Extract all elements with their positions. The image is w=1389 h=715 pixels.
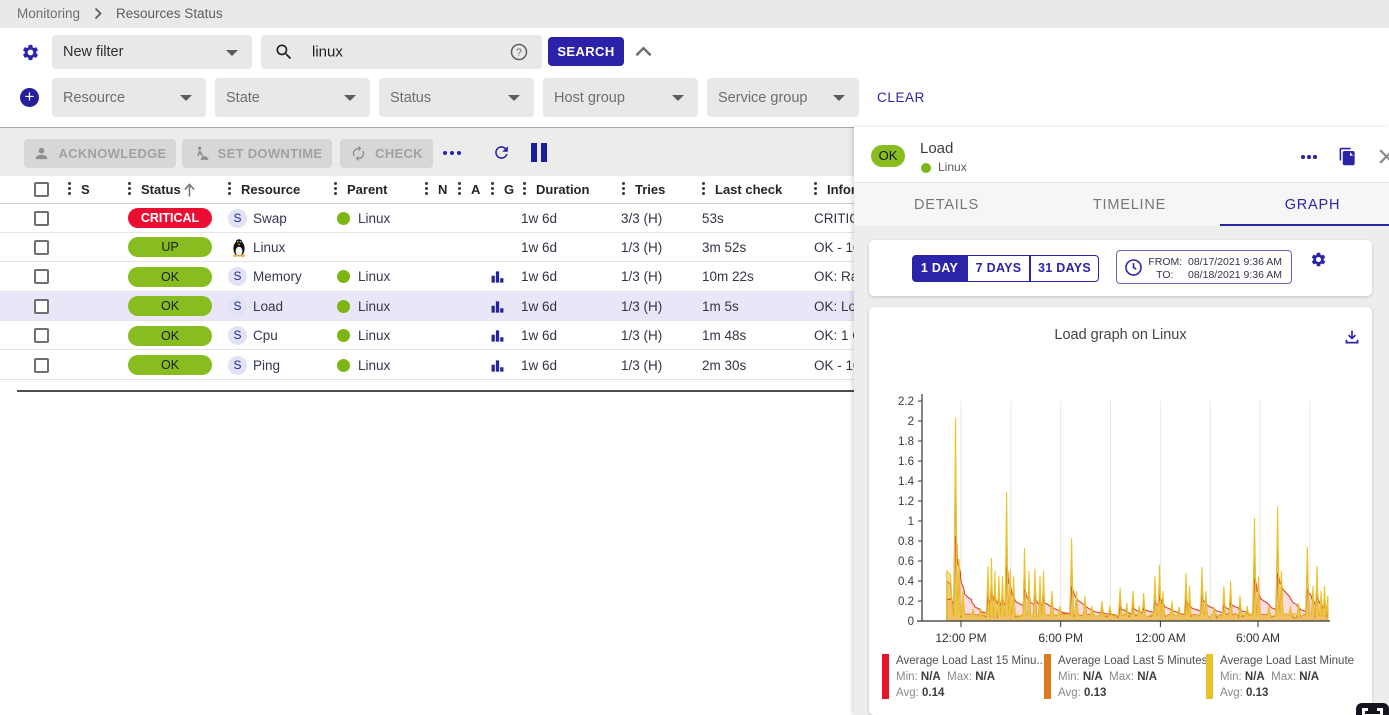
svg-text:1: 1 bbox=[908, 516, 914, 528]
svg-text:2.2: 2.2 bbox=[898, 396, 914, 408]
svg-text:1.4: 1.4 bbox=[898, 476, 915, 488]
svg-text:0.6: 0.6 bbox=[898, 556, 914, 568]
svg-text:0.4: 0.4 bbox=[898, 576, 915, 588]
svg-text:2: 2 bbox=[908, 416, 914, 428]
svg-text:0: 0 bbox=[908, 616, 914, 628]
svg-text:0.2: 0.2 bbox=[898, 596, 914, 608]
svg-text:1.6: 1.6 bbox=[898, 456, 914, 468]
svg-text:?: ? bbox=[516, 48, 522, 59]
svg-text:6:00 PM: 6:00 PM bbox=[1038, 631, 1083, 645]
svg-text:12:00 PM: 12:00 PM bbox=[935, 631, 986, 645]
svg-text:1.2: 1.2 bbox=[898, 496, 914, 508]
svg-text:1.8: 1.8 bbox=[898, 436, 914, 448]
svg-text:6:00 AM: 6:00 AM bbox=[1236, 631, 1280, 645]
svg-text:12:00 AM: 12:00 AM bbox=[1135, 631, 1186, 645]
svg-text:0.8: 0.8 bbox=[898, 536, 914, 548]
